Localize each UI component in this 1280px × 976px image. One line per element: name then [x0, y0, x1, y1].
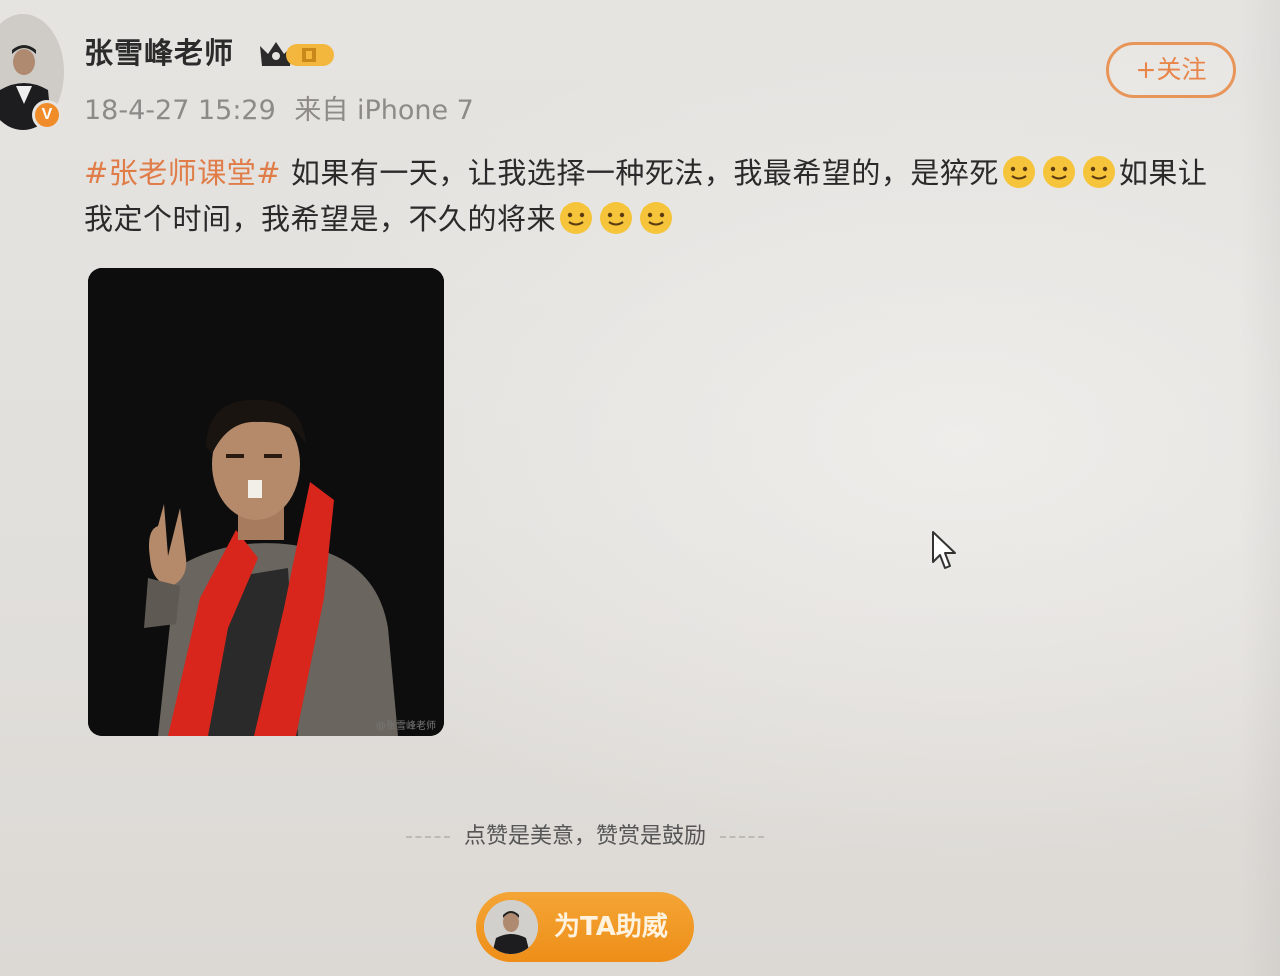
- verified-icon: V: [32, 100, 62, 130]
- divider-right: [720, 836, 764, 838]
- smile-emoji-icon: [560, 202, 593, 234]
- smile-emoji-icon: [1082, 156, 1115, 188]
- screen-edge: [1240, 0, 1280, 976]
- post-source: 来自 iPhone 7: [294, 95, 474, 126]
- author-name[interactable]: 张雪峰老师: [84, 30, 234, 72]
- post-timestamp[interactable]: 18-4-27 15:29: [84, 95, 276, 126]
- post-text-part1: 如果有一天，让我选择一种死法，我最希望的，是猝死: [290, 156, 999, 190]
- hashtag-link[interactable]: #张老师课堂#: [84, 156, 281, 190]
- mouse-cursor-icon: [932, 531, 956, 569]
- reward-tip: 点赞是美意，赞赏是鼓励: [0, 818, 1170, 850]
- cheer-avatar: [484, 900, 538, 954]
- vip-crown-icon: [260, 42, 334, 66]
- smile-emoji-icon: [1042, 156, 1075, 188]
- post-meta: 18-4-27 15:29 来自 iPhone 7: [84, 88, 474, 127]
- post-image[interactable]: @张雪峰老师: [88, 268, 444, 736]
- reward-tip-text: 点赞是美意，赞赏是鼓励: [463, 824, 706, 849]
- cheer-button[interactable]: 为TA助威: [476, 892, 694, 962]
- image-watermark: @张雪峰老师: [376, 721, 436, 732]
- smile-emoji-icon: [640, 202, 673, 234]
- post-body: #张老师课堂# 如果有一天，让我选择一种死法，我最希望的，是猝死 如果让我定个时间…: [84, 150, 1234, 242]
- cheer-button-label: 为TA助威: [554, 912, 668, 942]
- follow-button[interactable]: +关注: [1106, 42, 1236, 98]
- smile-emoji-icon: [600, 202, 633, 234]
- smile-emoji-icon: [1002, 156, 1035, 188]
- divider-left: [405, 836, 450, 838]
